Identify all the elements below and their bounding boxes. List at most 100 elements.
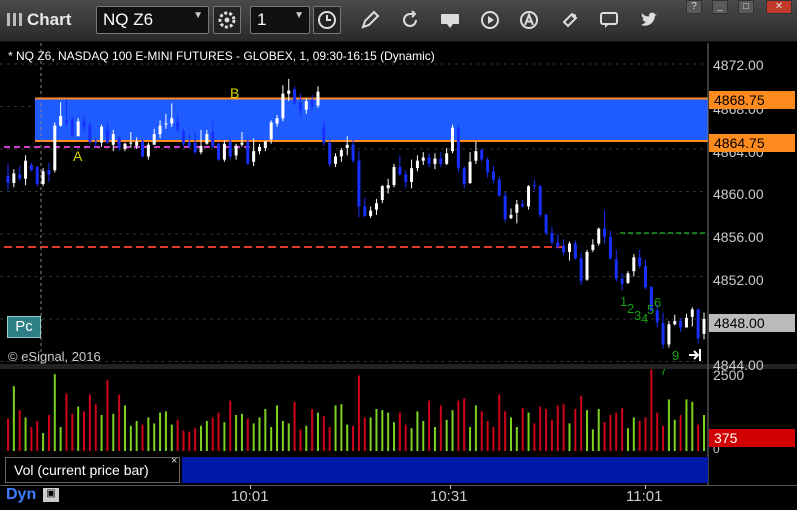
candle-body <box>591 244 595 250</box>
help-button[interactable]: ? <box>686 0 702 14</box>
candle-body <box>187 142 191 146</box>
candle-body <box>298 102 302 111</box>
study-settings-icon[interactable] <box>439 9 461 31</box>
volume-bar <box>591 429 594 451</box>
volume-bar <box>515 427 518 451</box>
volume-bar <box>322 416 325 451</box>
dynamic-mode-label[interactable]: Dyn <box>6 486 36 504</box>
volume-bar <box>387 412 390 451</box>
volume-bar <box>106 380 109 451</box>
candle-body <box>433 158 437 164</box>
candle-body <box>94 141 98 143</box>
candle-body <box>281 93 285 119</box>
candle-body <box>585 252 589 280</box>
candle-body <box>468 161 472 183</box>
price-chart[interactable]: A B 1 2 3 4 5 6 7 9 <box>0 43 797 485</box>
volume-bar <box>574 409 577 451</box>
symbol-settings-button[interactable] <box>213 6 241 34</box>
candle-body <box>12 173 16 183</box>
volume-bar <box>416 411 419 451</box>
volume-bar <box>352 425 355 451</box>
candle-body <box>6 175 10 183</box>
candle-body <box>240 142 244 145</box>
volume-bar <box>662 425 665 451</box>
candle-body <box>117 137 121 148</box>
candle-body <box>111 134 115 145</box>
candle-body <box>608 237 612 259</box>
volume-bar <box>404 424 407 451</box>
maximize-button[interactable]: □ <box>738 0 754 14</box>
volume-legend[interactable]: Vol (current price bar) <box>5 457 180 483</box>
volume-bar <box>334 405 337 451</box>
volume-bar <box>205 421 208 451</box>
volume-bar <box>469 427 472 451</box>
volume-bar <box>83 411 86 451</box>
candle-body <box>597 228 601 244</box>
volume-bar <box>626 428 629 451</box>
volume-bar <box>638 421 641 451</box>
volume-bar <box>176 419 179 451</box>
refresh-icon[interactable] <box>399 9 421 31</box>
volume-bar <box>100 415 103 451</box>
candle-body <box>462 168 466 185</box>
candle-body <box>380 186 384 200</box>
candle-body <box>146 144 150 157</box>
pencil-draw-icon[interactable] <box>359 9 381 31</box>
interval-clock-button[interactable] <box>313 6 341 34</box>
volume-bar <box>474 405 477 451</box>
pc-button[interactable]: Pc <box>7 316 41 338</box>
candle-body <box>310 100 314 107</box>
candle-body <box>702 319 706 334</box>
candle-body <box>217 143 221 160</box>
candle-body <box>82 121 86 127</box>
twitter-icon[interactable] <box>638 9 660 31</box>
chevron-down-icon[interactable]: ▼ <box>193 10 203 21</box>
volume-bar <box>47 415 50 451</box>
volume-bar <box>679 415 682 451</box>
link-icon[interactable] <box>559 9 581 31</box>
candle-body <box>491 171 495 180</box>
candle-body <box>141 141 145 157</box>
candle-body <box>404 174 408 182</box>
close-button[interactable]: ✕ <box>766 0 792 14</box>
candle-body <box>480 150 484 160</box>
lock-icon[interactable]: ▣ <box>43 488 59 502</box>
volume-bar <box>586 410 589 451</box>
price-axis-label: 4872.00 <box>713 57 764 73</box>
volume-bar <box>18 410 21 451</box>
volume-bar <box>88 394 91 451</box>
candle-body <box>421 157 425 161</box>
candle-body <box>667 324 671 345</box>
volume-bar <box>498 394 501 451</box>
volume-bar <box>71 413 74 451</box>
chat-icon[interactable] <box>598 9 620 31</box>
volume-bar <box>545 409 548 451</box>
candle-body <box>486 159 490 173</box>
candle-body <box>684 317 688 328</box>
candle-body <box>556 242 560 247</box>
alert-icon[interactable] <box>518 9 540 31</box>
volume-bar <box>264 409 267 451</box>
candle-body <box>497 179 501 196</box>
chevron-down-icon[interactable]: ▼ <box>294 10 304 21</box>
minimize-button[interactable]: _ <box>712 0 728 14</box>
pane-divider[interactable] <box>0 364 797 369</box>
volume-bar <box>667 399 670 451</box>
candle-body <box>655 310 659 323</box>
candle-body <box>550 232 554 243</box>
volume-bar <box>305 425 308 451</box>
volume-close-icon[interactable]: × <box>171 455 177 467</box>
candle-body <box>304 101 308 110</box>
time-axis[interactable] <box>0 485 797 510</box>
candle-body <box>357 160 361 207</box>
volume-bar <box>539 406 542 451</box>
volume-bar <box>615 412 618 451</box>
symbol-combo[interactable]: NQ Z6 ▼ <box>96 6 209 34</box>
interval-combo[interactable]: 1 ▼ <box>250 6 310 34</box>
candle-body <box>246 141 250 164</box>
candle-body <box>351 144 355 161</box>
volume-bar <box>340 404 343 451</box>
candle-body <box>135 141 139 146</box>
play-icon[interactable] <box>479 9 501 31</box>
volume-bar <box>311 409 314 451</box>
